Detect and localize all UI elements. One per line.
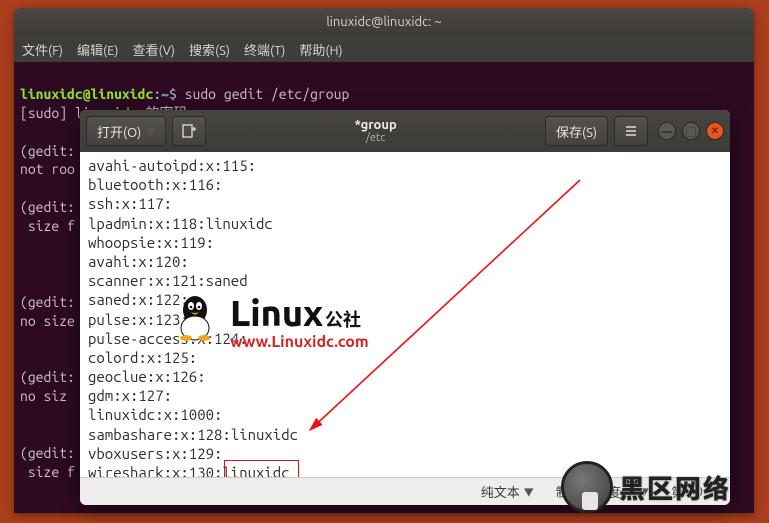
maximize-button[interactable]: ▢ (682, 122, 700, 140)
hamburger-menu-button[interactable] (614, 116, 648, 146)
file-line: geoclue:x:126: (88, 367, 724, 386)
cursor-position: 第 70 列 (671, 482, 720, 501)
open-label: 打开(O) (97, 122, 141, 141)
menu-edit[interactable]: 编辑(E) (77, 40, 118, 59)
file-line: pulse-access:x:124: (88, 329, 724, 348)
file-line: sambashare:x:128:linuxidc (88, 425, 724, 444)
file-line: colord:x:125: (88, 348, 724, 367)
command-text: sudo gedit /etc/group (185, 86, 350, 102)
file-line: pulse:x:123: (88, 310, 724, 329)
menu-terminal[interactable]: 终端(T) (244, 40, 285, 59)
save-label: 保存(S) (556, 122, 597, 141)
gedit-headerbar: 打开(O) ▼ *group /etc 保存(S) ━ ▢ ✕ (80, 110, 730, 152)
file-line: lpadmin:x:118:linuxidc (88, 214, 724, 233)
terminal-title: linuxidc@linuxidc: ~ (326, 15, 441, 29)
file-line: whoopsie:x:119: (88, 233, 724, 252)
tabwidth-selector[interactable]: 制表符宽度: 8▼ (556, 482, 650, 501)
hamburger-icon (624, 124, 638, 138)
prompt-user: linuxidc@linuxidc (20, 86, 153, 102)
save-button[interactable]: 保存(S) (545, 116, 608, 146)
minimize-button[interactable]: ━ (658, 122, 676, 140)
close-button[interactable]: ✕ (706, 122, 724, 140)
file-line: saned:x:122: (88, 290, 724, 309)
file-line: bluetooth:x:116: (88, 175, 724, 194)
document-title-area: *group /etc (212, 118, 539, 144)
file-line: scanner:x:121:saned (88, 271, 724, 290)
gedit-window: 打开(O) ▼ *group /etc 保存(S) ━ ▢ ✕ avahi-au… (80, 110, 730, 505)
chevron-down-icon: ▼ (145, 124, 155, 139)
new-document-icon (181, 123, 197, 139)
file-line: linuxidc:x:1000: (88, 405, 724, 424)
new-tab-button[interactable] (172, 116, 206, 146)
file-line: avahi-autoipd:x:115: (88, 156, 724, 175)
file-line: wireshark:x:130:linuxidc (88, 463, 724, 477)
menu-help[interactable]: 帮助(H) (299, 40, 342, 59)
window-controls: ━ ▢ ✕ (658, 122, 724, 140)
menu-file[interactable]: 文件(F) (22, 40, 63, 59)
terminal-menubar[interactable]: 文件(F) 编辑(E) 查看(V) 搜索(S) 终端(T) 帮助(H) (14, 36, 754, 62)
editor-text-area[interactable]: avahi-autoipd:x:115: bluetooth:x:116: ss… (80, 152, 730, 477)
gedit-statusbar: 纯文本▼ 制表符宽度: 8▼ 第 70 列 (80, 477, 730, 505)
file-line: gdm:x:127: (88, 386, 724, 405)
open-button[interactable]: 打开(O) ▼ (86, 116, 166, 146)
syntax-selector[interactable]: 纯文本▼ (481, 482, 534, 501)
file-line: avahi:x:120: (88, 252, 724, 271)
document-path: /etc (212, 132, 539, 144)
prompt-path: ~ (161, 86, 169, 102)
file-line: vboxusers:x:129: (88, 444, 724, 463)
menu-view[interactable]: 查看(V) (133, 40, 175, 59)
document-title: *group (212, 118, 539, 132)
file-line: ssh:x:117: (88, 194, 724, 213)
terminal-titlebar: linuxidc@linuxidc: ~ (14, 8, 754, 36)
menu-search[interactable]: 搜索(S) (189, 40, 230, 59)
